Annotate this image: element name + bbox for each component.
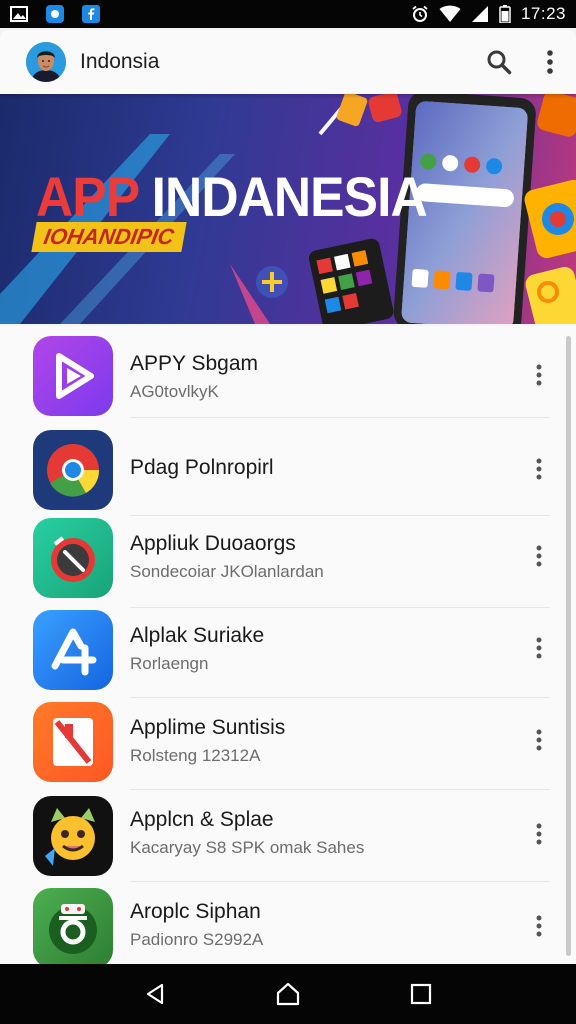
home-icon[interactable] xyxy=(266,972,310,1016)
more-vert-icon[interactable] xyxy=(528,814,550,854)
status-bar: 17:23 xyxy=(0,0,576,28)
list-item[interactable]: Pdag Polnropirl xyxy=(0,424,560,516)
list-item-subtitle: Rorlaengn xyxy=(130,654,209,673)
app-list: APPY Sbgam AG0tovlkyK Pdag Polnropirl Ap… xyxy=(0,326,576,964)
list-item-title: Applcn & Splae xyxy=(130,808,274,831)
more-vert-icon[interactable] xyxy=(528,536,550,576)
app-store-icon xyxy=(33,610,113,690)
facebook-icon xyxy=(82,5,100,23)
list-item-subtitle: Kacaryay S8 SPK omak Sahes xyxy=(130,838,365,857)
banner-title-part2: INDANESIA xyxy=(151,165,428,228)
list-item-title: Appliuk Duoaorgs xyxy=(130,532,296,555)
status-bar-system: 17:23 xyxy=(411,4,566,24)
clock-icon xyxy=(33,518,113,598)
more-vert-icon[interactable] xyxy=(528,720,550,760)
cat-emoji-icon xyxy=(33,796,113,876)
app-notification-icon xyxy=(46,5,64,23)
list-item-title: Pdag Polnropirl xyxy=(130,456,274,479)
divider xyxy=(130,417,550,418)
list-item-text: Aroplc Siphan Padionro S2992A xyxy=(130,900,263,950)
list-item-text: Applcn & Splae Kacaryay S8 SPK omak Sahe… xyxy=(130,808,364,858)
promo-banner[interactable]: APP INDANESIA IOHANDIPIC xyxy=(0,94,576,324)
wifi-icon xyxy=(439,5,461,23)
banner-title: APP INDANESIA xyxy=(36,164,428,229)
list-item-title: Alplak Suriake xyxy=(130,624,265,647)
list-item[interactable]: Aroplc Siphan Padionro S2992A xyxy=(0,882,560,964)
status-bar-notifications xyxy=(10,5,100,23)
page-title: Indonsia xyxy=(80,50,160,73)
more-vert-icon[interactable] xyxy=(528,449,550,489)
bookmark-icon xyxy=(33,702,113,782)
list-item[interactable]: Alplak Suriake Rorlaengn xyxy=(0,606,560,698)
list-item[interactable]: Applcn & Splae Kacaryay S8 SPK omak Sahe… xyxy=(0,790,560,882)
search-icon[interactable] xyxy=(486,49,512,75)
list-item-text: APPY Sbgam AG0tovlkyK xyxy=(130,352,258,402)
chrome-icon xyxy=(33,430,113,510)
list-item-text: Appliuk Duoaorgs Sondecoiar JKOlanlardan xyxy=(130,532,324,582)
recents-icon[interactable] xyxy=(399,972,443,1016)
more-vert-icon[interactable] xyxy=(546,49,554,75)
list-item-title: Aroplc Siphan xyxy=(130,900,261,923)
list-item-text: Alplak Suriake Rorlaengn xyxy=(130,624,264,674)
purple-play-icon xyxy=(33,336,113,416)
list-item-title: Applime Suntisis xyxy=(130,716,286,739)
list-item[interactable]: Appliuk Duoaorgs Sondecoiar JKOlanlardan xyxy=(0,516,560,608)
back-icon[interactable] xyxy=(133,972,177,1016)
banner-subtitle: IOHANDIPIC xyxy=(31,222,187,252)
list-item-subtitle: Padionro S2992A xyxy=(130,930,264,949)
list-item-subtitle: Rolsteng 12312A xyxy=(130,746,261,765)
app-bar: Indonsia xyxy=(0,30,576,94)
banner-title-part1: APP xyxy=(36,165,139,228)
list-item-title: APPY Sbgam xyxy=(130,352,259,375)
scrollbar[interactable] xyxy=(566,336,571,956)
more-vert-icon[interactable] xyxy=(528,906,550,946)
avatar[interactable] xyxy=(26,42,66,82)
alarm-icon xyxy=(411,5,429,23)
list-item-subtitle: AG0tovlkyK xyxy=(130,382,219,401)
signal-icon xyxy=(471,5,489,23)
screen: 17:23 Indonsia APP INDANESIA IOHANDIPIC … xyxy=(0,0,576,1024)
list-item[interactable]: APPY Sbgam AG0tovlkyK xyxy=(0,326,560,418)
list-item[interactable]: Applime Suntisis Rolsteng 12312A xyxy=(0,698,560,790)
list-item-text: Applime Suntisis Rolsteng 12312A xyxy=(130,716,285,766)
app-bar-actions xyxy=(486,49,554,75)
gallery-icon xyxy=(10,5,28,23)
clock-time: 17:23 xyxy=(520,4,566,23)
green-game-icon xyxy=(33,888,113,964)
more-vert-icon[interactable] xyxy=(528,355,550,395)
list-item-subtitle: Sondecoiar JKOlanlardan xyxy=(130,562,324,581)
navigation-bar xyxy=(0,964,576,1024)
list-item-text: Pdag Polnropirl xyxy=(130,456,274,480)
more-vert-icon[interactable] xyxy=(528,628,550,668)
battery-icon xyxy=(499,5,511,24)
